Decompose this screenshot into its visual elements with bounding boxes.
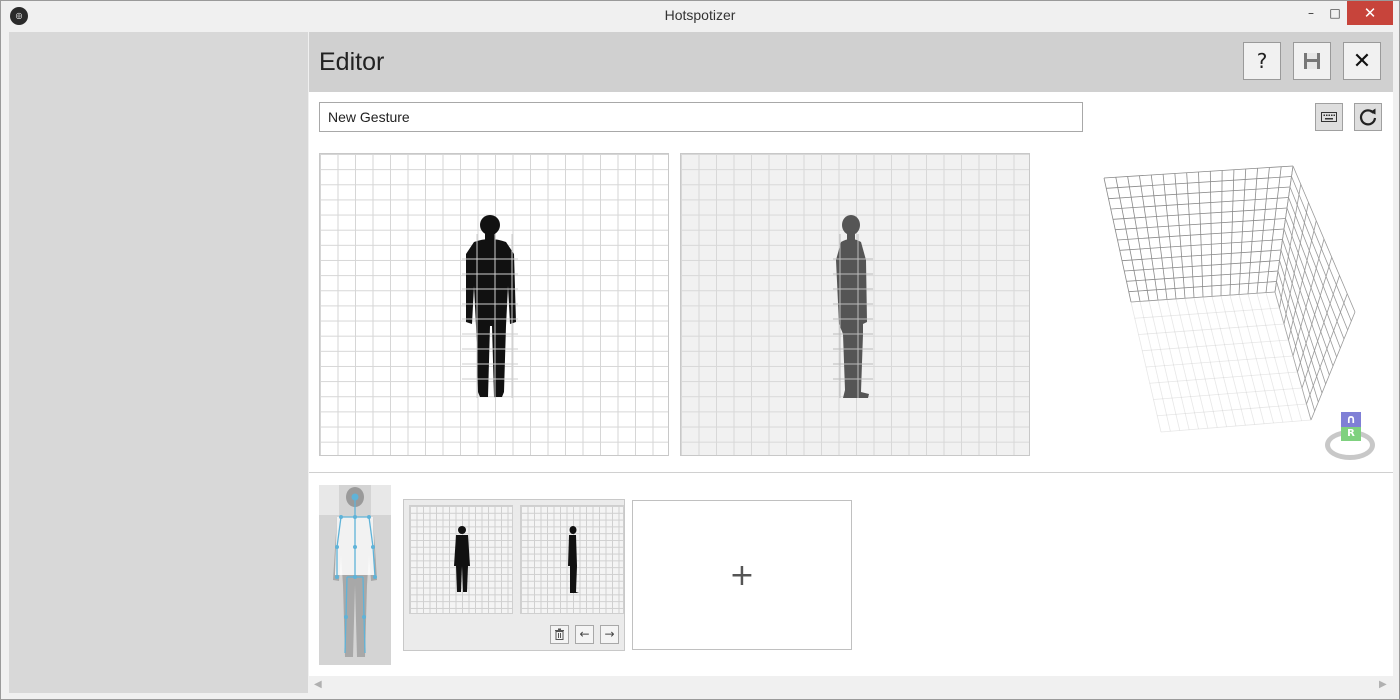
- keyframe-front-silhouette: [454, 526, 470, 592]
- view-cube-gizmo[interactable]: ∩ R: [1323, 408, 1381, 466]
- 3d-view[interactable]: ∩ R: [1097, 162, 1375, 462]
- move-frame-left-button[interactable]: ←: [575, 625, 594, 644]
- scroll-left-icon[interactable]: ◀: [314, 676, 322, 693]
- side-silhouette: [833, 215, 873, 398]
- cube-top-face: ∩: [1341, 412, 1361, 427]
- keyframe-card[interactable]: ← →: [403, 499, 625, 651]
- keyboard-button[interactable]: [1315, 103, 1343, 131]
- reset-view-button[interactable]: [1354, 103, 1382, 131]
- cube-front-face: R: [1341, 427, 1361, 441]
- move-frame-right-button[interactable]: →: [600, 625, 619, 644]
- editor-header: Editor ? ✕: [309, 32, 1393, 92]
- horizontal-scrollbar[interactable]: ◀ ▶: [309, 676, 1393, 693]
- keyframe-side-grid: [520, 505, 624, 614]
- add-frame-button[interactable]: +: [632, 500, 852, 650]
- timeline-divider: [309, 472, 1393, 473]
- keyframe-side-silhouette: [568, 526, 579, 593]
- gesture-list-panel: [9, 32, 308, 693]
- arrow-left-icon: ←: [579, 627, 590, 641]
- window-title: Hotspotizer: [664, 7, 736, 23]
- help-button[interactable]: ?: [1243, 42, 1281, 80]
- scroll-right-icon[interactable]: ▶: [1379, 676, 1387, 693]
- page-title: Editor: [319, 48, 385, 76]
- editor-panel: Editor ? ✕ New Gesture ∩ R ← → + ◀ ▶: [309, 32, 1393, 693]
- save-button[interactable]: [1293, 42, 1331, 80]
- front-silhouette: [462, 215, 518, 398]
- gesture-name-input[interactable]: [319, 102, 1083, 132]
- app-window: ◎ Hotspotizer – □ ✕ Editor ? ✕ New Gestu…: [0, 0, 1400, 700]
- save-icon: [1304, 53, 1320, 69]
- delete-frame-button[interactable]: [550, 625, 569, 644]
- side-view-grid[interactable]: [680, 153, 1030, 456]
- reset-icon: [1359, 108, 1377, 126]
- editor-close-button[interactable]: ✕: [1343, 42, 1381, 80]
- front-view-grid[interactable]: [319, 153, 669, 456]
- window-close-button[interactable]: ✕: [1347, 1, 1393, 25]
- trash-icon: [555, 628, 564, 640]
- skeleton-preview: [319, 485, 391, 665]
- skeleton-figure: [319, 485, 391, 657]
- keyboard-icon: [1321, 112, 1337, 122]
- arrow-right-icon: →: [604, 627, 615, 641]
- maximize-button[interactable]: □: [1321, 1, 1349, 25]
- title-bar: ◎ Hotspotizer – □ ✕: [1, 1, 1399, 31]
- keyframe-front-grid: [409, 505, 513, 614]
